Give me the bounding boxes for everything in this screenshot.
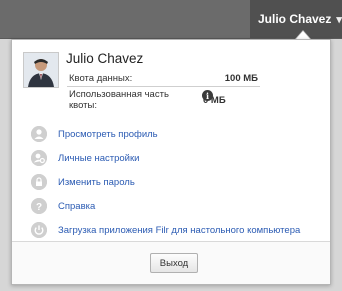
user-menu-name: Julio Chavez bbox=[258, 12, 332, 26]
logout-button[interactable]: Выход bbox=[150, 253, 198, 273]
menu-label: Просмотреть профиль bbox=[58, 128, 158, 140]
power-icon bbox=[31, 222, 47, 238]
menu-label: Справка bbox=[58, 200, 96, 212]
quota-table: Квота данных: 100 МБ Использованная част… bbox=[67, 70, 260, 113]
menu-label: Личные настройки bbox=[58, 152, 140, 164]
menu-item-help[interactable]: ? Справка bbox=[31, 194, 300, 218]
menu-item-change-password[interactable]: Изменить пароль bbox=[31, 170, 300, 194]
avatar bbox=[23, 52, 59, 88]
help-icon: ? bbox=[31, 198, 47, 214]
user-settings-icon bbox=[31, 150, 47, 166]
top-bar: Julio Chavez ▾ bbox=[0, 0, 342, 39]
menu-label: Изменить пароль bbox=[58, 176, 135, 188]
user-menu-list: Просмотреть профиль Личные настройки Изм… bbox=[31, 122, 300, 242]
menu-item-download-filr[interactable]: Загрузка приложения Filr для настольного… bbox=[31, 218, 300, 242]
menu-item-view-profile[interactable]: Просмотреть профиль bbox=[31, 122, 300, 146]
user-menu-popup: Julio Chavez Квота данных: 100 МБ Исполь… bbox=[11, 39, 331, 285]
quota-row: Квота данных: 100 МБ bbox=[67, 70, 260, 87]
menu-item-personal-settings[interactable]: Личные настройки bbox=[31, 146, 300, 170]
lock-icon bbox=[31, 174, 47, 190]
chevron-down-icon: ▾ bbox=[336, 13, 342, 26]
info-icon[interactable]: i bbox=[202, 90, 213, 101]
quota-label: Квота данных: bbox=[69, 72, 133, 84]
menu-label: Загрузка приложения Filr для настольного… bbox=[58, 224, 301, 236]
profile-name: Julio Chavez bbox=[66, 51, 144, 66]
svg-text:?: ? bbox=[36, 202, 42, 213]
quota-value: 100 МБ bbox=[224, 72, 258, 84]
quota-used-label: Использованная часть квоты: bbox=[67, 86, 201, 113]
user-icon bbox=[31, 126, 47, 142]
quota-used-row: Использованная часть квоты: 0 МБ bbox=[67, 86, 260, 113]
popup-pointer bbox=[296, 31, 310, 39]
popup-footer: Выход bbox=[12, 241, 330, 284]
user-photo-icon bbox=[24, 53, 58, 87]
